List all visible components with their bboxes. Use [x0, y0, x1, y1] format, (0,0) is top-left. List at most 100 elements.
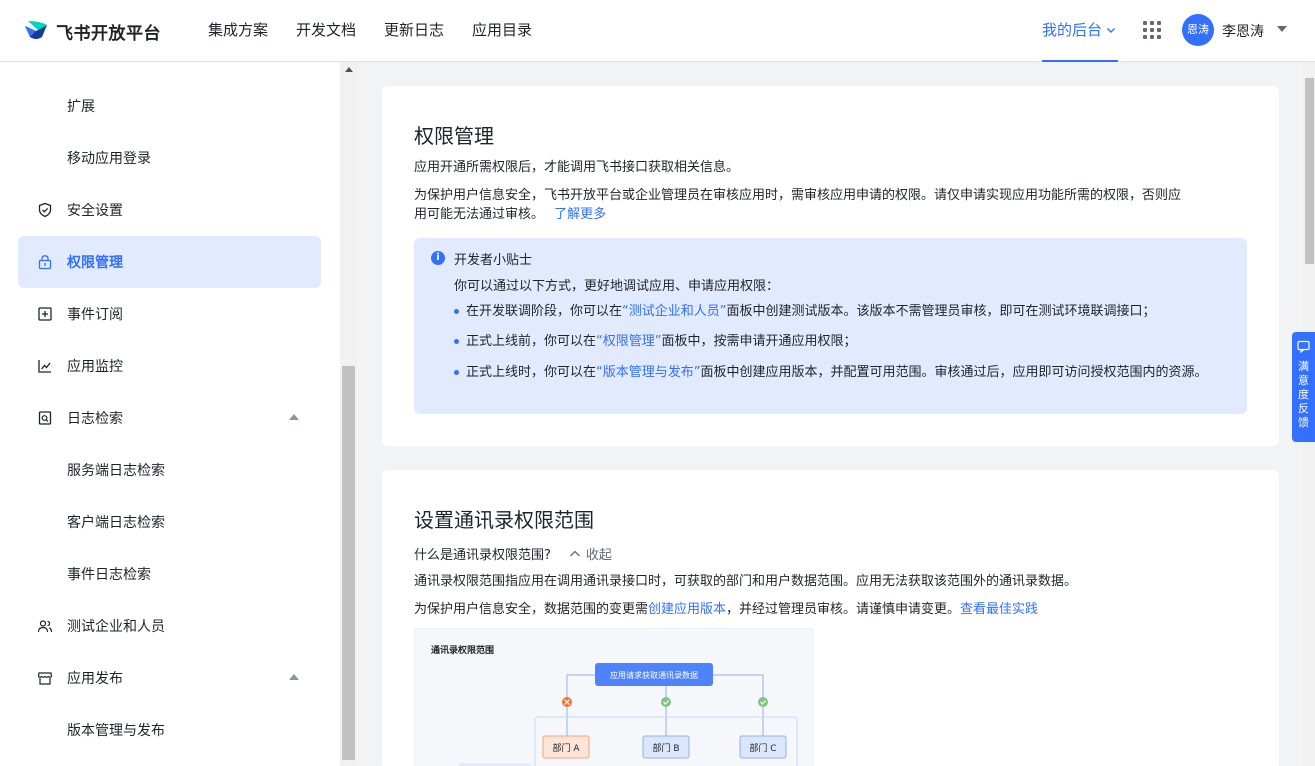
- sidebar-item-mobile-login[interactable]: 移动应用登录: [18, 132, 321, 184]
- bullet-text: 面板中创建测试版本。该版本不需管理员审核，即可在测试环境联调接口；: [726, 304, 1156, 319]
- create-version-link[interactable]: 创建应用版本: [648, 602, 726, 617]
- tip-title: 开发者小贴士: [454, 253, 533, 268]
- sidebar-item-label: 应用监控: [67, 359, 123, 375]
- sidebar-item-label: 扩展: [67, 99, 95, 115]
- feishu-logo-icon: [25, 21, 47, 39]
- note-text: 为保护用户信息安全，数据范围的变更需: [414, 602, 649, 617]
- bullet-text: 在开发联调阶段，你可以在: [466, 304, 623, 319]
- nav-docs[interactable]: 开发文档: [296, 0, 356, 62]
- diagram-top-box: 应用请求获取通讯录数据: [610, 670, 698, 680]
- sidebar-item-label: 事件订阅: [67, 307, 123, 323]
- my-console-menu[interactable]: 我的后台: [1042, 0, 1119, 62]
- contacts-note: 为保护用户信息安全，数据范围的变更需创建应用版本，并经过管理员审核。请谨慎申请变…: [414, 600, 1038, 619]
- diagram-title: 通讯录权限范围: [431, 644, 494, 656]
- app-grid-icon[interactable]: [1143, 21, 1161, 39]
- info-icon: i: [431, 251, 445, 265]
- sidebar-item-label: 移动应用登录: [67, 151, 151, 167]
- plus-square-icon: [38, 307, 52, 321]
- main-nav: 集成方案 开发文档 更新日志 应用目录: [208, 0, 560, 62]
- sidebar-item-label: 应用发布: [67, 671, 123, 687]
- shield-icon: [38, 202, 52, 218]
- lock-icon: [38, 255, 52, 270]
- diagram-dept-c: 部门 C: [749, 742, 776, 754]
- sidebar-item-server-log[interactable]: 服务端日志检索: [18, 444, 321, 496]
- caret-down-icon[interactable]: [1277, 26, 1287, 32]
- note-text: ，并经过管理员审核。请谨慎申请变更。: [726, 602, 961, 617]
- sidebar-item-label: 日志检索: [67, 411, 123, 427]
- page-title: 权限管理: [414, 124, 494, 148]
- collapse-label: 收起: [585, 548, 612, 563]
- scope-diagram: 通讯录权限范围 应用请求获取通讯录数据 部门 A 部门 B 部门 C: [414, 628, 814, 766]
- sidebar-item-extension[interactable]: 扩展: [18, 80, 321, 132]
- sidebar-item-test-enterprise[interactable]: 测试企业和人员: [18, 600, 321, 652]
- line-chart-icon: [38, 360, 51, 373]
- username[interactable]: 李恩涛: [1222, 21, 1264, 41]
- sidebar-item-label: 安全设置: [67, 203, 123, 219]
- main-scrollbar-thumb[interactable]: [1305, 78, 1314, 264]
- sidebar-item-version-management[interactable]: 版本管理与发布: [18, 704, 321, 756]
- sidebar-scrollbar-thumb[interactable]: [342, 366, 355, 760]
- sidebar-item-label: 测试企业和人员: [67, 619, 165, 635]
- contacts-desc: 通讯录权限范围指应用在调用通讯录接口时，可获取的部门和用户数据范围。应用无法获取…: [414, 574, 1078, 589]
- top-header: 飞书开放平台 集成方案 开发文档 更新日志 应用目录 我的后台 恩涛 李恩涛: [0, 0, 1315, 62]
- sidebar-item-monitoring[interactable]: 应用监控: [18, 340, 321, 392]
- learn-more-link[interactable]: 了解更多: [554, 207, 606, 222]
- permission-link[interactable]: “权限管理”: [596, 334, 661, 349]
- diagram-dept-b: 部门 B: [652, 742, 679, 754]
- sidebar-item-label: 权限管理: [67, 255, 123, 271]
- collapse-button[interactable]: 收起: [569, 544, 612, 563]
- bullet-dot: [454, 370, 459, 375]
- chevron-down-icon: [1107, 28, 1116, 33]
- sidebar-item-client-log[interactable]: 客户端日志检索: [18, 496, 321, 548]
- best-practice-link[interactable]: 查看最佳实践: [960, 602, 1038, 617]
- my-console-label: 我的后台: [1042, 21, 1103, 39]
- sidebar-item-permissions[interactable]: 权限管理: [18, 236, 321, 288]
- message-icon: [1297, 340, 1310, 353]
- developer-tip: i 开发者小贴士 你可以通过以下方式，更好地调试应用、申请应用权限： 在开发联调…: [414, 238, 1247, 414]
- section-title: 设置通讯录权限范围: [414, 508, 594, 532]
- permission-note-b: 用可能无法通过审核。: [414, 207, 545, 222]
- bullet-dot: [454, 309, 459, 314]
- bullet-text: 面板中创建应用版本，并配置可用范围。审核通过后，应用即可访问授权范围内的资源。: [700, 365, 1208, 380]
- scroll-up-arrow-icon[interactable]: [345, 67, 353, 72]
- faq-row: 什么是通讯录权限范围? 收起: [414, 544, 612, 563]
- sidebar-item-label: 客户端日志检索: [67, 515, 165, 531]
- bullet-text: 正式上线前，你可以在: [466, 334, 597, 349]
- tip-bullet: 在开发联调阶段，你可以在“测试企业和人员”面板中创建测试版本。该版本不需管理员审…: [454, 301, 1229, 322]
- faq-question: 什么是通讯录权限范围?: [414, 548, 551, 563]
- sidebar-item-label: 版本管理与发布: [67, 723, 165, 739]
- caret-up-icon[interactable]: [289, 414, 299, 420]
- sidebar-item-event-log[interactable]: 事件日志检索: [18, 548, 321, 600]
- version-release-link[interactable]: “版本管理与发布”: [596, 365, 700, 380]
- caret-up-icon[interactable]: [289, 674, 299, 680]
- document-search-icon: [38, 411, 52, 425]
- test-enterprise-link[interactable]: “测试企业和人员”: [622, 304, 726, 319]
- nav-changelog[interactable]: 更新日志: [384, 0, 444, 62]
- chevron-up-icon: [569, 550, 580, 556]
- feedback-button[interactable]: 满意度反馈: [1292, 332, 1315, 442]
- bullet-text: 面板中，按需申请开通应用权限；: [661, 334, 857, 349]
- permission-card: 权限管理 应用开通所需权限后，才能调用飞书接口获取相关信息。 为保护用户信息安全…: [382, 86, 1279, 446]
- diagram-dept-a: 部门 A: [552, 742, 580, 754]
- scope-diagram-graphic: 通讯录权限范围 应用请求获取通讯录数据 部门 A 部门 B 部门 C: [431, 644, 798, 766]
- permission-note-a: 为保护用户信息安全，飞书开放平台或企业管理员在审核应用时，需审核应用申请的权限。…: [414, 188, 1182, 203]
- bullet-text: 正式上线时，你可以在: [466, 365, 597, 380]
- store-icon: [37, 672, 53, 685]
- sidebar-item-security[interactable]: 安全设置: [18, 184, 321, 236]
- permission-desc: 应用开通所需权限后，才能调用飞书接口获取相关信息。: [414, 160, 740, 175]
- permission-note: 为保护用户信息安全，飞书开放平台或企业管理员在审核应用时，需审核应用申请的权限。…: [414, 186, 1254, 224]
- feedback-label: 满意度反馈: [1298, 360, 1309, 429]
- avatar[interactable]: 恩涛: [1182, 14, 1214, 46]
- tip-bullet: 正式上线时，你可以在“版本管理与发布”面板中创建应用版本，并配置可用范围。审核通…: [454, 362, 1229, 383]
- sidebar-item-log-search[interactable]: 日志检索: [18, 392, 321, 444]
- sidebar-item-label: 事件日志检索: [67, 567, 151, 583]
- sidebar-item-label: 服务端日志检索: [67, 463, 165, 479]
- tip-bullet: 正式上线前，你可以在“权限管理”面板中，按需申请开通应用权限；: [454, 331, 1229, 352]
- users-icon: [37, 620, 53, 633]
- sidebar-item-event-subscription[interactable]: 事件订阅: [18, 288, 321, 340]
- sidebar-item-app-release[interactable]: 应用发布: [18, 652, 321, 704]
- nav-app-directory[interactable]: 应用目录: [472, 0, 532, 62]
- tip-subtitle: 你可以通过以下方式，更好地调试应用、申请应用权限：: [454, 279, 780, 294]
- brand[interactable]: 飞书开放平台: [22, 17, 161, 45]
- nav-integration[interactable]: 集成方案: [208, 0, 268, 62]
